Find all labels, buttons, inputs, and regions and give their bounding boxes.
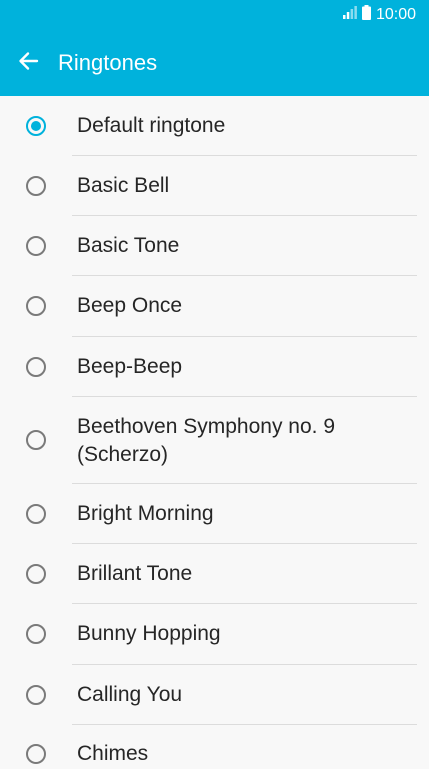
ringtone-label: Basic Tone [77,234,180,257]
status-icons: 10:00 [342,5,416,25]
ringtone-item[interactable]: Calling You [0,665,429,725]
radio-button[interactable] [26,564,46,584]
status-bar: 10:00 [0,0,429,30]
signal-icon [342,6,357,24]
radio-button[interactable] [26,624,46,644]
radio-button[interactable] [26,430,46,450]
ringtone-item[interactable]: Basic Bell [0,156,429,216]
ringtone-label: Beethoven Symphony no. 9 (Scherzo) [77,415,336,466]
app-bar: Ringtones [0,30,429,96]
ringtone-label: Beep Once [77,294,183,317]
back-button[interactable] [12,47,44,79]
ringtone-item[interactable]: Basic Tone [0,216,429,276]
radio-button[interactable] [26,685,46,705]
ringtone-item[interactable]: Brillant Tone [0,544,429,604]
ringtone-item[interactable]: Beep-Beep [0,337,429,397]
ringtone-item[interactable]: Bunny Hopping [0,604,429,665]
ringtone-label: Bunny Hopping [77,622,221,645]
ringtone-item[interactable]: Beep Once [0,276,429,337]
arrow-left-icon [17,50,39,77]
status-time: 10:00 [375,6,416,23]
radio-button[interactable] [26,357,46,377]
page-title: Ringtones [58,50,158,75]
ringtone-label: Default ringtone [77,114,226,137]
radio-button[interactable] [26,296,46,316]
radio-button[interactable] [26,744,46,764]
ringtone-label: Brillant Tone [77,562,193,585]
ringtone-item[interactable]: Chimes [0,725,429,769]
radio-button[interactable] [26,176,46,196]
ringtone-item[interactable]: Bright Morning [0,484,429,544]
radio-button[interactable] [26,504,46,524]
radio-button-checked[interactable] [26,116,46,136]
ringtone-item[interactable]: Default ringtone [0,96,429,156]
ringtone-list: Default ringtone Basic Bell Basic Tone B… [0,96,429,769]
ringtone-label: Basic Bell [77,174,170,197]
ringtone-label: Calling You [77,683,183,706]
ringtone-label: Bright Morning [77,502,214,525]
ringtone-item[interactable]: Beethoven Symphony no. 9 (Scherzo) [0,397,429,484]
battery-icon [361,5,371,25]
ringtone-label: Beep-Beep [77,355,183,378]
radio-button[interactable] [26,236,46,256]
